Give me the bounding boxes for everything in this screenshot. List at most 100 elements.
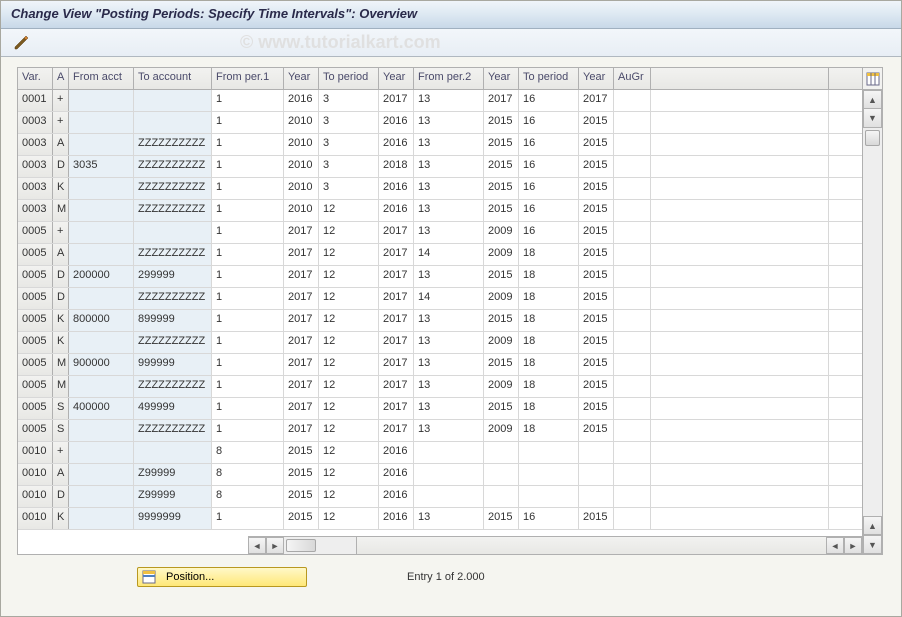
cell-blank[interactable]	[651, 222, 829, 243]
cell-fp2[interactable]: 13	[414, 332, 484, 353]
cell-tp1[interactable]: 12	[319, 354, 379, 375]
cell-augr[interactable]	[614, 112, 651, 133]
cell-y2[interactable]: 2017	[379, 354, 414, 375]
cell-var[interactable]: 0005	[18, 420, 53, 441]
cell-y2[interactable]: 2017	[379, 266, 414, 287]
cell-y3[interactable]	[484, 442, 519, 463]
cell-fp1[interactable]: 1	[212, 178, 284, 199]
cell-var[interactable]: 0005	[18, 244, 53, 265]
cell-var[interactable]: 0003	[18, 112, 53, 133]
cell-blank[interactable]	[651, 420, 829, 441]
cell-tp2[interactable]: 16	[519, 508, 579, 529]
cell-y2[interactable]: 2017	[379, 332, 414, 353]
col-from-per1[interactable]: From per.1	[212, 68, 284, 89]
cell-augr[interactable]	[614, 222, 651, 243]
cell-y2[interactable]: 2016	[379, 486, 414, 507]
cell-var[interactable]: 0003	[18, 156, 53, 177]
cell-y4[interactable]: 2015	[579, 222, 614, 243]
cell-y4[interactable]: 2015	[579, 310, 614, 331]
cell-blank[interactable]	[651, 332, 829, 353]
cell-fp2[interactable]	[414, 442, 484, 463]
cell-blank[interactable]	[651, 398, 829, 419]
cell-a[interactable]: K	[53, 332, 69, 353]
cell-fp1[interactable]: 8	[212, 464, 284, 485]
cell-fp2[interactable]: 13	[414, 376, 484, 397]
scroll-left-button-2[interactable]: ◄	[826, 537, 844, 554]
scroll-up-button[interactable]: ▼	[863, 109, 882, 128]
cell-tp1[interactable]: 12	[319, 200, 379, 221]
cell-y1[interactable]: 2010	[284, 200, 319, 221]
cell-tp1[interactable]: 12	[319, 332, 379, 353]
table-row[interactable]: 0005M90000099999912017122017132015182015	[18, 354, 862, 376]
cell-tp2[interactable]: 16	[519, 200, 579, 221]
cell-blank[interactable]	[651, 112, 829, 133]
vscroll-thumb[interactable]	[865, 130, 880, 146]
cell-y4[interactable]: 2015	[579, 398, 614, 419]
cell-a[interactable]: D	[53, 288, 69, 309]
cell-y3[interactable]	[484, 464, 519, 485]
cell-var[interactable]: 0005	[18, 332, 53, 353]
cell-fp2[interactable]	[414, 464, 484, 485]
cell-fp2[interactable]: 13	[414, 178, 484, 199]
cell-augr[interactable]	[614, 156, 651, 177]
cell-y2[interactable]: 2017	[379, 244, 414, 265]
col-year1[interactable]: Year	[284, 68, 319, 89]
data-grid[interactable]: Var. A From acct To account From per.1 Y…	[17, 67, 883, 555]
cell-y3[interactable]: 2015	[484, 310, 519, 331]
cell-y4[interactable]: 2015	[579, 156, 614, 177]
edit-button[interactable]	[13, 34, 31, 52]
cell-y2[interactable]: 2016	[379, 442, 414, 463]
cell-fp1[interactable]: 8	[212, 486, 284, 507]
cell-var[interactable]: 0005	[18, 288, 53, 309]
cell-var[interactable]: 0001	[18, 90, 53, 111]
cell-blank[interactable]	[651, 376, 829, 397]
cell-var[interactable]: 0005	[18, 398, 53, 419]
cell-tp1[interactable]: 3	[319, 112, 379, 133]
table-row[interactable]: 0005AZZZZZZZZZZ12017122017142009182015	[18, 244, 862, 266]
cell-var[interactable]: 0005	[18, 354, 53, 375]
cell-fp1[interactable]: 1	[212, 112, 284, 133]
cell-fp1[interactable]: 1	[212, 134, 284, 155]
cell-a[interactable]: S	[53, 398, 69, 419]
col-year2[interactable]: Year	[379, 68, 414, 89]
table-row[interactable]: 0005KZZZZZZZZZZ12017122017132009182015	[18, 332, 862, 354]
cell-y2[interactable]: 2017	[379, 90, 414, 111]
cell-tp2[interactable]	[519, 464, 579, 485]
cell-tp1[interactable]: 12	[319, 442, 379, 463]
cell-augr[interactable]	[614, 464, 651, 485]
cell-y1[interactable]: 2017	[284, 244, 319, 265]
cell-fp2[interactable]: 13	[414, 90, 484, 111]
cell-var[interactable]: 0010	[18, 442, 53, 463]
cell-augr[interactable]	[614, 90, 651, 111]
cell-var[interactable]: 0005	[18, 266, 53, 287]
cell-tp1[interactable]: 12	[319, 420, 379, 441]
table-row[interactable]: 0005K80000089999912017122017132015182015	[18, 310, 862, 332]
cell-fp1[interactable]: 1	[212, 398, 284, 419]
hscroll-thumb[interactable]	[286, 539, 316, 552]
cell-fp1[interactable]: 1	[212, 200, 284, 221]
cell-fp2[interactable]: 13	[414, 112, 484, 133]
cell-y1[interactable]: 2015	[284, 464, 319, 485]
cell-y3[interactable]: 2015	[484, 398, 519, 419]
cell-tp2[interactable]: 16	[519, 178, 579, 199]
table-row[interactable]: 0003MZZZZZZZZZZ12010122016132015162015	[18, 200, 862, 222]
cell-fp1[interactable]: 1	[212, 288, 284, 309]
cell-augr[interactable]	[614, 134, 651, 155]
cell-augr[interactable]	[614, 288, 651, 309]
cell-y2[interactable]: 2017	[379, 222, 414, 243]
cell-y4[interactable]	[579, 464, 614, 485]
cell-a[interactable]: D	[53, 266, 69, 287]
cell-tp1[interactable]: 3	[319, 134, 379, 155]
cell-tp2[interactable]: 18	[519, 354, 579, 375]
cell-tp1[interactable]: 12	[319, 508, 379, 529]
cell-a[interactable]: D	[53, 156, 69, 177]
cell-a[interactable]: M	[53, 376, 69, 397]
cell-augr[interactable]	[614, 332, 651, 353]
cell-a[interactable]: +	[53, 222, 69, 243]
cell-fp2[interactable]: 14	[414, 244, 484, 265]
cell-y1[interactable]: 2017	[284, 398, 319, 419]
cell-blank[interactable]	[651, 134, 829, 155]
cell-y4[interactable]: 2017	[579, 90, 614, 111]
cell-augr[interactable]	[614, 376, 651, 397]
cell-a[interactable]: M	[53, 354, 69, 375]
